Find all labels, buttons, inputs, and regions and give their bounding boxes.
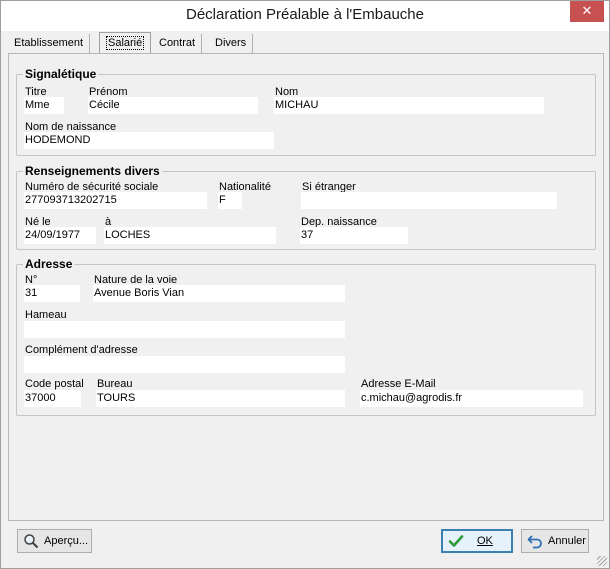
complement-field[interactable] (24, 356, 345, 373)
nationalite-field[interactable]: F (218, 192, 242, 209)
annuler-label: Annuler (548, 535, 586, 547)
magnifier-icon (23, 533, 39, 557)
window-title: Déclaration Préalable à l'Embauche (185, 6, 424, 23)
ok-button[interactable]: OK (441, 529, 513, 553)
tab-bar: Etablissement Salarié Contrat Divers (8, 32, 604, 54)
hameau-field[interactable] (24, 321, 345, 338)
tab-contrat[interactable]: Contrat (153, 34, 203, 54)
apercu-label: Aperçu... (44, 535, 89, 547)
voie-field[interactable]: Avenue Boris Vian (93, 285, 345, 302)
dep-naissance-field[interactable]: 37 (300, 227, 408, 244)
group-title-signaletique: Signalétique (23, 67, 99, 81)
undo-arrow-icon (527, 533, 543, 557)
hameau-label: Hameau (25, 309, 67, 321)
code-postal-label: Code postal (25, 378, 84, 390)
button-bar: Aperçu... OK Annuler (1, 522, 609, 568)
ne-le-field[interactable]: 24/09/1977 (24, 227, 96, 244)
lieu-naissance-field[interactable]: LOCHES (104, 227, 276, 244)
ok-label: OK (477, 535, 493, 547)
tab-divers[interactable]: Divers (209, 34, 254, 54)
group-title-renseignements: Renseignements divers (23, 164, 162, 178)
checkmark-icon (448, 533, 464, 556)
titre-field[interactable]: Mme (24, 97, 64, 114)
code-postal-field[interactable]: 37000 (24, 390, 81, 407)
nom-field[interactable]: MICHAU (274, 97, 544, 114)
bureau-label: Bureau (97, 378, 133, 390)
group-adresse: Adresse N° 31 Nature de la voie Avenue B… (16, 257, 596, 416)
complement-label: Complément d'adresse (25, 344, 138, 356)
tab-salarie-label: Salarié (106, 36, 145, 50)
email-label: Adresse E-Mail (361, 378, 436, 390)
title-bar: Déclaration Préalable à l'Embauche ✕ (1, 1, 609, 31)
prenom-field[interactable]: Cécile (88, 97, 258, 114)
close-icon: ✕ (581, 3, 593, 18)
dpae-dialog: Déclaration Préalable à l'Embauche ✕ Eta… (0, 0, 610, 569)
close-button[interactable]: ✕ (570, 1, 604, 22)
secu-field[interactable]: 277093713202715 (24, 192, 207, 209)
numero-field[interactable]: 31 (24, 285, 80, 302)
group-renseignements: Renseignements divers Numéro de sécurité… (16, 164, 596, 250)
resize-grip[interactable] (597, 556, 607, 566)
tab-etablissement[interactable]: Etablissement (8, 34, 91, 54)
bureau-field[interactable]: TOURS (96, 390, 345, 407)
tab-panel-salarie: Signalétique Titre Mme Prénom Cécile Nom… (8, 53, 604, 521)
apercu-button[interactable]: Aperçu... (17, 529, 92, 553)
tab-salarie[interactable]: Salarié (99, 32, 152, 54)
nom-naissance-field[interactable]: HODEMOND (24, 132, 274, 149)
group-title-adresse: Adresse (23, 257, 75, 271)
etranger-field[interactable] (301, 192, 557, 209)
group-signaletique: Signalétique Titre Mme Prénom Cécile Nom… (16, 67, 596, 156)
annuler-button[interactable]: Annuler (521, 529, 589, 553)
email-field[interactable]: c.michau@agrodis.fr (360, 390, 583, 407)
